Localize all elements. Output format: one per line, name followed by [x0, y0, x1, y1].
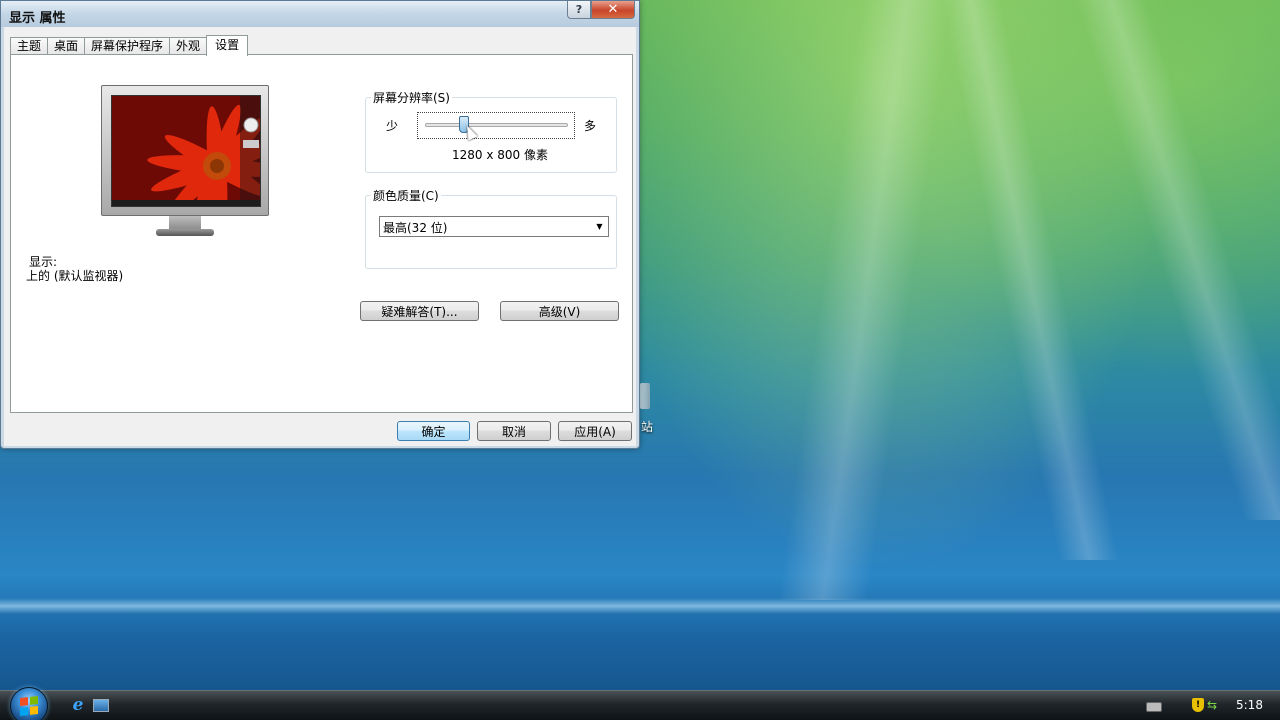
close-button[interactable]: ✕ [591, 1, 635, 19]
window-title: 显示 属性 [9, 11, 66, 26]
windows-logo-icon [20, 696, 38, 716]
slider-more-label: 多 [584, 119, 597, 133]
display-value: 上的 (默认监视器) [26, 269, 124, 283]
recycle-bin-icon[interactable] [640, 383, 650, 409]
start-button[interactable] [10, 687, 48, 720]
keyboard-icon[interactable] [1146, 702, 1162, 712]
monitor-stand [169, 216, 201, 230]
resolution-title: 屏幕分辨率(S) [371, 89, 452, 106]
color-quality-select[interactable]: 最高(32 位) ▼ [379, 216, 609, 237]
network-icon[interactable]: ⇆ [1207, 698, 1225, 712]
color-quality-value: 最高(32 位) [383, 221, 448, 235]
dropdown-arrow-icon[interactable]: ▼ [591, 217, 608, 236]
taskbar [0, 690, 1280, 720]
tab-settings[interactable]: 设置 [206, 35, 249, 56]
resolution-value: 1280 x 800 像素 [452, 148, 548, 162]
tab-strip: 主题 桌面 屏幕保护程序 外观 设置 [10, 35, 249, 56]
slider-less-label: 少 [386, 119, 399, 133]
tab-appearance[interactable]: 外观 [169, 37, 208, 55]
apply-button[interactable]: 应用(A) [558, 421, 632, 441]
tab-desktop[interactable]: 桌面 [47, 37, 86, 55]
show-desktop-icon[interactable] [93, 699, 109, 712]
dialog-client-area: 主题 桌面 屏幕保护程序 外观 设置 显示: 上的 (默认监视器) 屏幕分辨率(… [4, 27, 636, 446]
monitor-base [156, 229, 214, 236]
desktop-preview-image [111, 95, 261, 207]
color-quality-group: 颜色质量(C) 最高(32 位) ▼ [365, 187, 617, 269]
ok-button[interactable]: 确定 [397, 421, 470, 441]
recycle-bin-label[interactable]: 站 [641, 418, 653, 435]
internet-explorer-icon[interactable]: e [69, 696, 87, 714]
troubleshoot-button[interactable]: 疑难解答(T)... [360, 301, 479, 321]
resolution-group: 屏幕分辨率(S) 少 多 1280 x 800 像素 [365, 89, 617, 173]
title-bar[interactable]: 显示 属性 ? ✕ [1, 1, 639, 27]
color-quality-title: 颜色质量(C) [371, 187, 441, 204]
security-shield-icon[interactable]: ! [1192, 698, 1204, 712]
cancel-button[interactable]: 取消 [477, 421, 551, 441]
advanced-button[interactable]: 高级(V) [500, 301, 619, 321]
settings-panel: 显示: 上的 (默认监视器) 屏幕分辨率(S) 少 多 1280 x 800 像… [10, 54, 633, 413]
tab-themes[interactable]: 主题 [10, 37, 49, 55]
clock[interactable]: 5:18 [1236, 698, 1263, 712]
tab-screensaver[interactable]: 屏幕保护程序 [84, 37, 171, 55]
display-properties-window: 显示 属性 ? ✕ 主题 桌面 屏幕保护程序 外观 设置 显示: 上的 (默认监… [0, 0, 640, 449]
slider-track[interactable] [425, 123, 568, 127]
monitor-preview [101, 85, 269, 216]
help-button[interactable]: ? [567, 1, 591, 19]
